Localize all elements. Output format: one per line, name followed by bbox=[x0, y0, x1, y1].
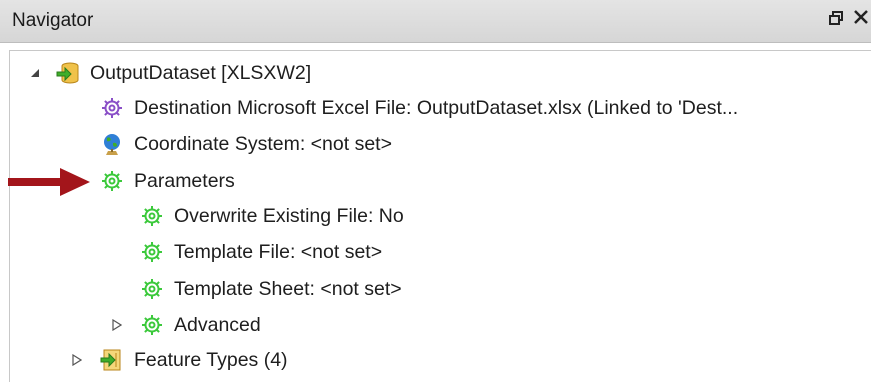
tree-item-label: Overwrite Existing File: No bbox=[174, 204, 404, 227]
tree-item-template-file[interactable]: Template File: <not set> bbox=[140, 235, 382, 269]
collapsed-triangle-icon[interactable] bbox=[72, 354, 82, 366]
panel-title: Navigator bbox=[12, 10, 94, 31]
green-gear-icon bbox=[142, 279, 162, 299]
tree-view: OutputDataset [XLSXW2] Destination Micro… bbox=[9, 50, 871, 382]
panel-titlebar: Navigator bbox=[0, 0, 871, 43]
feature-types-icon bbox=[100, 349, 121, 371]
annotation-arrow-icon bbox=[8, 168, 90, 196]
tree-item-coordinate-system[interactable]: Coordinate System: <not set> bbox=[100, 127, 392, 161]
database-writer-icon bbox=[56, 62, 79, 84]
globe-icon bbox=[104, 134, 120, 155]
purple-gear-icon bbox=[102, 98, 122, 118]
tree-item-label: Destination Microsoft Excel File: Output… bbox=[134, 96, 739, 119]
tree-item-root[interactable]: OutputDataset [XLSXW2] bbox=[30, 56, 311, 90]
tree-item-overwrite-existing-file[interactable]: Overwrite Existing File: No bbox=[140, 199, 404, 233]
green-gear-icon bbox=[142, 315, 162, 335]
tree-item-label: Parameters bbox=[134, 169, 235, 192]
green-gear-icon bbox=[142, 206, 162, 226]
collapsed-triangle-icon[interactable] bbox=[112, 319, 122, 331]
tree-item-label: Template File: <not set> bbox=[174, 240, 383, 263]
green-gear-icon bbox=[142, 242, 162, 262]
navigator-panel: Navigator OutputDataset [XLSXW2] Destina… bbox=[0, 0, 871, 382]
tree-item-feature-types[interactable]: Feature Types (4) bbox=[100, 343, 288, 377]
tree-item-label: Advanced bbox=[174, 313, 261, 336]
tree-item-template-sheet[interactable]: Template Sheet: <not set> bbox=[140, 272, 402, 306]
tree-item-label: OutputDataset [XLSXW2] bbox=[90, 61, 312, 84]
tree-item-label: Coordinate System: <not set> bbox=[134, 132, 392, 155]
expanded-triangle-icon[interactable] bbox=[30, 67, 40, 79]
restore-icon bbox=[829, 11, 843, 25]
close-button[interactable] bbox=[853, 9, 869, 31]
tree-item-label: Template Sheet: <not set> bbox=[174, 277, 402, 300]
restore-button[interactable] bbox=[829, 9, 843, 31]
tree-item-advanced[interactable]: Advanced bbox=[140, 308, 261, 342]
green-gear-icon bbox=[102, 171, 122, 191]
tree-item-label: Feature Types (4) bbox=[134, 348, 288, 371]
tree-item-parameters[interactable]: Parameters bbox=[100, 164, 235, 198]
tree-item-destination-file[interactable]: Destination Microsoft Excel File: Output… bbox=[100, 91, 738, 125]
close-icon bbox=[854, 10, 868, 24]
